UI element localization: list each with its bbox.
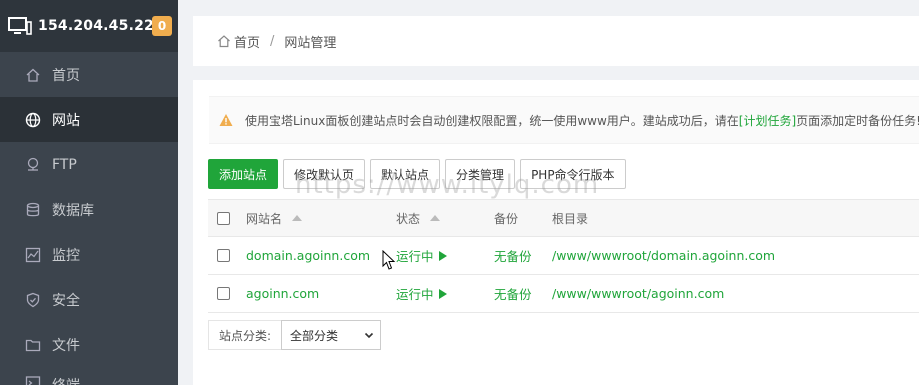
monitor-icon <box>8 17 32 35</box>
sidebar-item-website[interactable]: 网站 <box>0 97 178 142</box>
sidebar-item-label: 首页 <box>52 67 80 84</box>
toolbar: 添加站点 修改默认页 默认站点 分类管理 PHP命令行版本 <box>208 159 626 189</box>
sidebar-item-label: 终端 <box>52 375 80 385</box>
sidebar-item-label: 数据库 <box>52 202 94 219</box>
breadcrumb-separator: / <box>270 33 275 49</box>
add-site-button[interactable]: 添加站点 <box>208 159 279 189</box>
sort-asc-icon[interactable] <box>292 215 303 221</box>
notice-text: 使用宝塔Linux面板创建站点时会自动创建权限配置，统一使用www用户。建站成功… <box>245 113 739 128</box>
home-icon <box>25 67 41 83</box>
notice-text-tail: 页面添加定时备份任务! <box>796 113 919 128</box>
sidebar-item-security[interactable]: 安全 <box>0 277 178 322</box>
notice-banner: 使用宝塔Linux面板创建站点时会自动创建权限配置，统一使用www用户。建站成功… <box>209 96 919 144</box>
col-name-header[interactable]: 网站名 <box>246 210 282 227</box>
category-filter-label: 站点分类: <box>208 320 282 350</box>
sidebar-item-files[interactable]: 文件 <box>0 322 178 367</box>
sidebar: 154.204.45.229 0 首页 网站 FTP 数据库 监控 安全 文件 <box>0 0 178 385</box>
site-status[interactable]: 运行中 <box>396 246 434 265</box>
site-name-link[interactable]: domain.agoinn.com <box>246 248 370 263</box>
play-icon[interactable] <box>438 250 447 261</box>
category-select-value: 全部分类 <box>290 328 339 343</box>
globe-icon <box>25 112 41 128</box>
default-site-button[interactable]: 默认站点 <box>370 159 441 189</box>
sidebar-item-label: 监控 <box>52 247 80 264</box>
monitor-chart-icon <box>25 247 41 263</box>
col-status-header[interactable]: 状态 <box>396 210 420 227</box>
table-header: 网站名 状态 备份 根目录 <box>208 199 919 237</box>
col-root-header: 根目录 <box>552 211 589 226</box>
php-cli-version-button[interactable]: PHP命令行版本 <box>520 159 626 189</box>
main-panel: 使用宝塔Linux面板创建站点时会自动创建权限配置，统一使用www用户。建站成功… <box>193 80 919 385</box>
shield-icon <box>25 292 41 308</box>
breadcrumb-current: 网站管理 <box>284 35 337 51</box>
play-icon[interactable] <box>438 288 447 299</box>
mouse-cursor-icon <box>382 250 396 270</box>
breadcrumb: 首页 / 网站管理 <box>193 16 919 66</box>
row-checkbox[interactable] <box>217 287 230 300</box>
category-manage-button[interactable]: 分类管理 <box>445 159 516 189</box>
site-root-link[interactable]: /www/wwwroot/agoinn.com <box>552 286 724 301</box>
database-icon <box>25 202 41 218</box>
sidebar-item-label: 安全 <box>52 292 80 309</box>
warning-icon <box>219 114 233 126</box>
category-select[interactable]: 全部分类 <box>281 320 382 350</box>
site-root-link[interactable]: /www/wwwroot/domain.agoinn.com <box>552 248 775 263</box>
ftp-icon <box>25 157 41 173</box>
notification-badge[interactable]: 0 <box>152 16 172 36</box>
site-backup[interactable]: 无备份 <box>494 246 532 265</box>
sidebar-item-ftp[interactable]: FTP <box>0 142 178 187</box>
col-backup-header: 备份 <box>494 211 519 226</box>
sidebar-item-label: 文件 <box>52 337 80 354</box>
modify-default-page-button[interactable]: 修改默认页 <box>283 159 366 189</box>
breadcrumb-home[interactable]: 首页 <box>234 32 260 51</box>
table-row: domain.agoinn.com 运行中 无备份 /www/wwwroot/d… <box>208 237 919 275</box>
sidebar-item-database[interactable]: 数据库 <box>0 187 178 232</box>
chevron-down-icon <box>364 332 374 339</box>
site-category-filter: 站点分类: 全部分类 <box>208 320 382 350</box>
site-status[interactable]: 运行中 <box>396 284 434 303</box>
sidebar-item-label: FTP <box>52 156 77 173</box>
sites-table: 网站名 状态 备份 根目录 domain.agoinn.com 运行中 无备份 … <box>208 199 919 313</box>
table-row: agoinn.com 运行中 无备份 /www/wwwroot/agoinn.c… <box>208 275 919 313</box>
site-backup[interactable]: 无备份 <box>494 284 532 303</box>
folder-icon <box>25 337 41 353</box>
select-all-checkbox[interactable] <box>217 211 230 225</box>
terminal-icon <box>25 375 41 385</box>
sidebar-item-home[interactable]: 首页 <box>0 52 178 97</box>
home-icon <box>218 35 230 48</box>
sidebar-item-label: 网站 <box>52 112 80 129</box>
sort-asc-icon[interactable] <box>430 215 441 221</box>
server-header: 154.204.45.229 0 <box>0 0 178 52</box>
sidebar-item-monitor[interactable]: 监控 <box>0 232 178 277</box>
row-checkbox[interactable] <box>217 249 230 262</box>
site-name-link[interactable]: agoinn.com <box>246 286 319 301</box>
sidebar-item-terminal[interactable]: 终端 <box>0 367 178 385</box>
server-ip: 154.204.45.229 <box>38 18 164 34</box>
cron-task-link[interactable]: [计划任务] <box>739 112 796 129</box>
